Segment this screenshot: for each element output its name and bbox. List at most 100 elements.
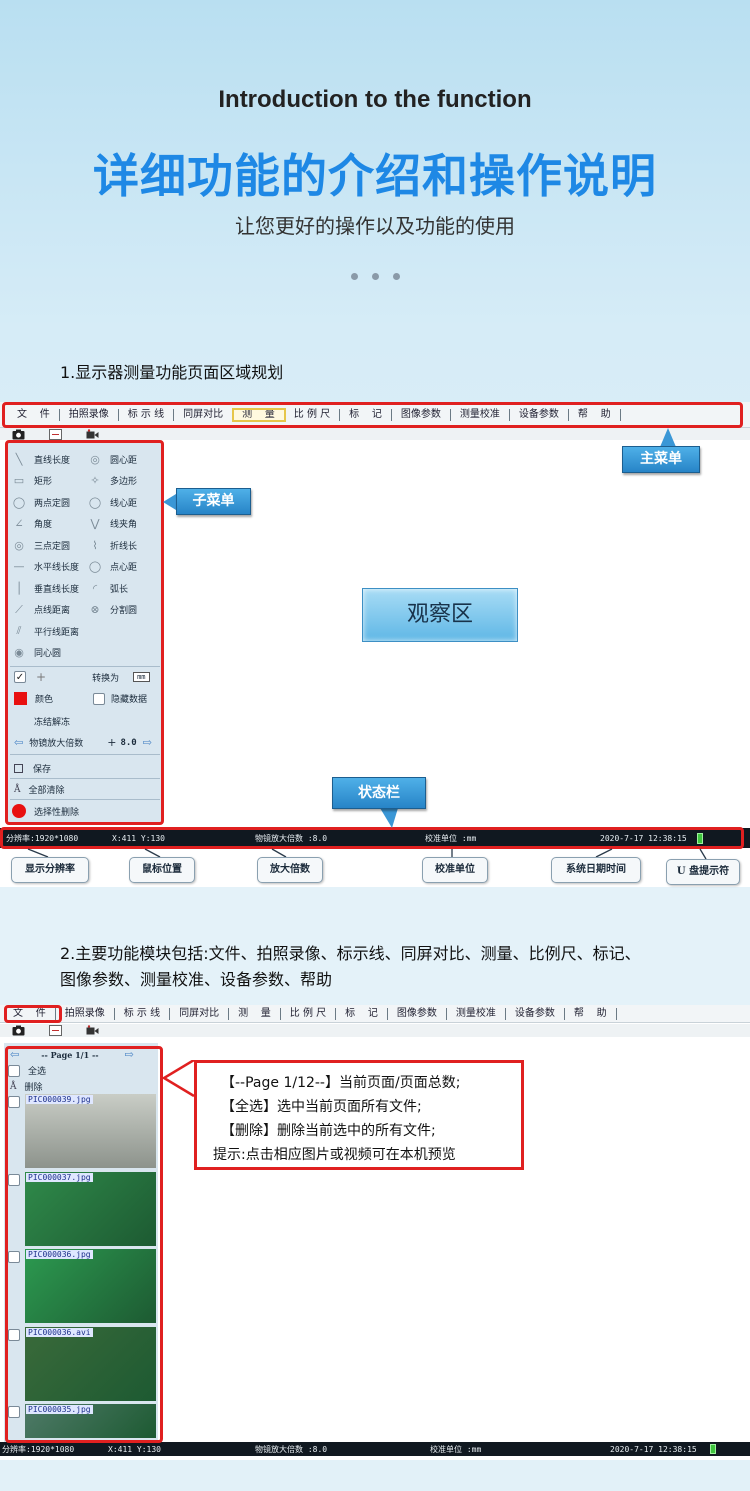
measure-item-label: 角度 [34,520,53,530]
menu2-capture[interactable]: 拍照录像 [56,1007,115,1020]
measure-item-label: 两点定圆 [34,498,71,509]
label-magnification: 放大倍数 [257,857,323,883]
measure-item-label: 折线长 [110,541,138,552]
label-mouse-position: 鼠标位置 [129,857,195,883]
status2-position: X:411 Y:130 [108,1444,161,1454]
measure-item-label: 点心距 [110,563,138,573]
main-menu-bar-2: 文 件 拍照录像 标 示 线 同屏对比 测 量 比 例 尺 标 记 图像参数 测… [0,1005,750,1023]
label-resolution: 显示分辨率 [11,857,89,883]
video-icon[interactable] [86,428,99,440]
measure-item-4-0[interactable]: ◎ 三点定圆 [12,538,70,552]
menu2-scale[interactable]: 比 例 尺 [281,1007,337,1020]
menu2-calibration[interactable]: 测量校准 [447,1007,506,1020]
measure-tool-icon: ◉ [14,646,24,659]
measure-tool-icon: — [13,560,25,573]
status2-datetime: 2020-7-17 12:38:15 [610,1444,697,1454]
video-icon[interactable] [86,1025,99,1036]
measure-tool-icon: ⫽ [16,624,22,637]
explain-line-2: 【全选】选中当前页面所有文件; [221,1099,422,1115]
dots-divider [0,273,750,280]
section2-title-line1: 2.主要功能模块包括:文件、拍照录像、标示线、同屏对比、测量、比例尺、标记、 [60,944,641,963]
highlight-file-panel [5,1046,163,1443]
observation-area-label: 观察区 [362,588,518,642]
explain-box: 【--Page 1/12--】当前页面/页面总数; 【全选】选中当前页面所有文件… [194,1060,524,1170]
measure-tool-icon: ◯ [88,495,102,509]
measure-tool-icon: ◯ [12,495,26,509]
measure-item-9-0[interactable]: ◉ 同心圆 [12,646,61,660]
measure-item-7-1[interactable]: ⊗ 分割圆 [88,603,137,617]
measure-tool-icon: ◜ [92,581,98,595]
measure-tool-icon: ▭ [13,474,25,487]
menu2-marker-line[interactable]: 标 示 线 [115,1007,171,1020]
explain-line-1: 【--Page 1/12--】当前页面/页面总数; [221,1075,461,1091]
menu2-help[interactable]: 帮 助 [565,1007,617,1020]
highlight-file-menu [4,1005,62,1023]
measure-item-2-0[interactable]: ◯ 两点定圆 [12,495,70,509]
measure-tool-icon: ∠ [14,517,24,530]
menu2-measure[interactable]: 测 量 [229,1007,281,1020]
label-calibration-unit: 校准单位 [422,857,488,883]
measure-item-label: 点线距离 [34,606,71,616]
measure-item-5-0[interactable]: — 水平线长度 [12,560,80,574]
section2-title-line2: 图像参数、测量校准、设备参数、帮助 [60,970,333,989]
menu2-compare[interactable]: 同屏对比 [170,1007,230,1020]
measure-tool-icon: ⊗ [90,603,100,616]
tool-row-2 [0,1024,750,1037]
measure-item-label: 三点定圆 [34,541,71,552]
measure-tool-icon: ◯ [88,560,102,573]
measure-tool-icon: ✧ [90,474,100,487]
measure-item-2-1[interactable]: ◯ 线心距 [88,495,137,509]
measure-item-1-0[interactable]: ▭ 矩形 [12,474,52,488]
measure-item-3-1[interactable]: ⋁ 线夹角 [88,517,137,531]
measure-item-0-1[interactable]: ◎ 圆心距 [88,452,137,466]
measure-item-1-1[interactable]: ✧ 多边形 [88,474,137,488]
measure-item-label: 分割圆 [110,606,138,616]
status2-mag: 物镜放大倍数 :8.0 [255,1444,328,1454]
header-title-en: Introduction to the function [218,86,532,113]
status2-unit: 校准单位 :mm [430,1444,482,1454]
measure-tool-icon: ╲ [15,452,23,466]
measure-tool-icon: ⋁ [90,517,100,530]
menu2-image-params[interactable]: 图像参数 [388,1007,447,1020]
compare-icon[interactable] [49,428,62,440]
usb-indicator-icon [710,1444,716,1454]
measure-item-8-0[interactable]: ⫽ 平行线距离 [12,624,79,638]
compare-icon[interactable] [49,1025,62,1036]
measure-item-0-0[interactable]: ╲ 直线长度 [12,452,70,466]
measure-item-label: 水平线长度 [34,563,80,573]
measure-item-label: 直线长度 [34,455,71,466]
callout-main-menu: 主菜单 [622,446,700,473]
measure-item-5-1[interactable]: ◯ 点心距 [88,560,137,574]
status2-resolution: 分辨率:1920*1080 [2,1444,75,1454]
menu2-mark[interactable]: 标 记 [336,1007,388,1020]
status-bar-2: 分辨率:1920*1080 X:411 Y:130 物镜放大倍数 :8.0 校准… [0,1442,750,1456]
menu2-device-params[interactable]: 设备参数 [506,1007,565,1020]
callout-sub-menu: 子菜单 [176,488,251,515]
camera-icon[interactable] [12,429,25,440]
measure-item-4-1[interactable]: ⌇ 折线长 [88,538,137,552]
label-usb: U 盘提示符 [666,859,740,885]
measure-item-label: 弧长 [110,584,129,595]
measure-tool-icon: ◎ [14,538,24,552]
header-subtitle: 让您更好的操作以及功能的使用 [235,214,515,238]
explain-line-4: 提示:点击相应图片或视频可在本机预览 [213,1147,456,1163]
explain-line-3: 【删除】删除当前选中的所有文件; [221,1123,436,1139]
measure-tool-icon: │ [15,581,23,595]
measure-item-6-1[interactable]: ◜ 弧长 [88,581,128,595]
measure-item-7-0[interactable]: ⟋ 点线距离 [12,603,70,617]
measure-tool-icon: ⟋ [15,602,23,616]
callout-status-bar: 状态栏 [332,777,426,809]
section2-title: 2.主要功能模块包括:文件、拍照录像、标示线、同屏对比、测量、比例尺、标记、 图… [60,941,740,993]
camera-icon[interactable] [12,1025,25,1036]
explain-arrow [161,1060,195,1098]
measure-item-label: 矩形 [34,477,53,487]
measure-item-label: 圆心距 [110,455,138,466]
measure-tool-icon: ◎ [90,452,100,466]
measure-item-3-0[interactable]: ∠ 角度 [12,517,52,531]
header-title-cn: 详细功能的介绍和操作说明 [93,149,657,203]
measure-item-6-0[interactable]: │ 垂直线长度 [12,581,79,595]
tool-row [0,428,750,440]
measure-tool-icon: ⌇ [92,538,98,552]
measure-item-label: 线心距 [110,498,138,509]
highlight-status-bar [0,827,744,849]
